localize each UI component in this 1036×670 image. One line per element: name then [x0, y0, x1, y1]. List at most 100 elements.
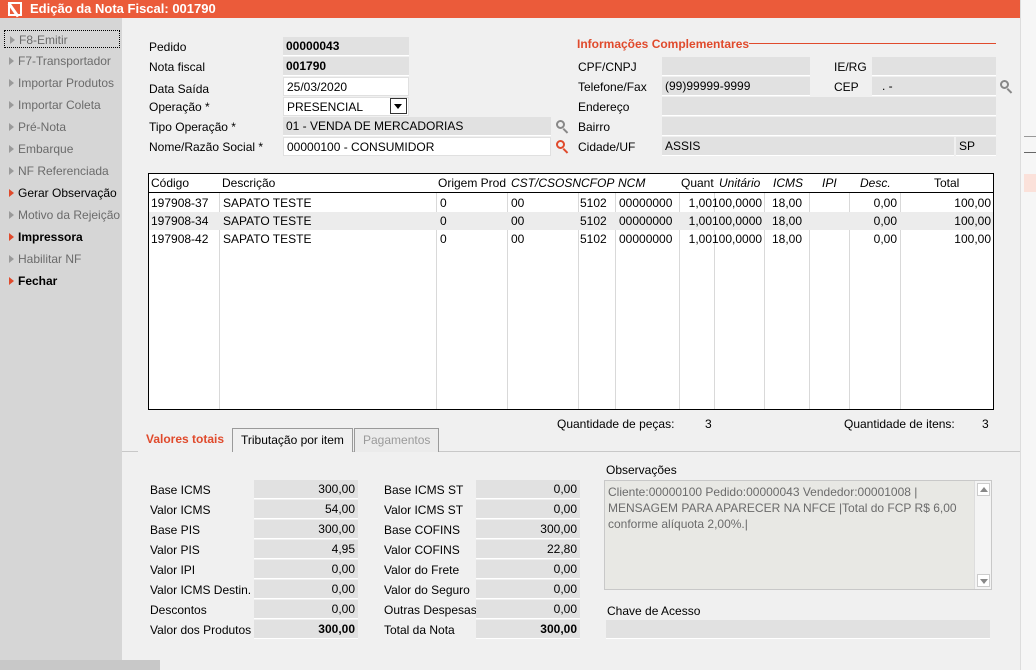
data-saida-field[interactable]: 25/03/2020 — [283, 77, 409, 96]
search-icon[interactable] — [1000, 80, 1014, 94]
cell-codigo: 197908-42 — [151, 232, 209, 246]
chevron-right-icon — [9, 101, 14, 109]
valor-seguro-field[interactable]: 0,00 — [476, 580, 580, 599]
col-header-desc[interactable]: Desc. — [860, 176, 891, 190]
sidebar-item-transportador[interactable]: F7-Transportador — [4, 52, 120, 70]
sidebar-item-gerar-observacao[interactable]: Gerar Observação — [4, 184, 120, 202]
base-icms-field[interactable]: 300,00 — [254, 480, 358, 499]
table-row[interactable]: 197908-34 SAPATO TESTE 0 00 5102 0000000… — [149, 212, 993, 230]
sidebar-item-embarque[interactable]: Embarque — [4, 140, 120, 158]
base-icms-st-field[interactable]: 0,00 — [476, 480, 580, 499]
valor-pis-label: Valor PIS — [150, 543, 200, 557]
sidebar-item-fechar[interactable]: Fechar — [4, 272, 120, 290]
observacoes-label: Observações — [606, 463, 677, 477]
cidade-field[interactable]: ASSIS — [662, 137, 954, 156]
chave-acesso-label: Chave de Acesso — [607, 604, 701, 618]
tab-valores-totais[interactable]: Valores totais — [138, 428, 233, 452]
total-nota-field[interactable]: 300,00 — [476, 620, 580, 639]
col-header-origem[interactable]: Origem Prod — [438, 176, 506, 190]
valor-frete-field[interactable]: 0,00 — [476, 560, 580, 579]
scroll-up-icon[interactable] — [977, 483, 990, 496]
bairro-label: Bairro — [578, 120, 611, 134]
table-row[interactable]: 197908-42 SAPATO TESTE 0 00 5102 0000000… — [149, 230, 993, 248]
nota-fiscal-label: Nota fiscal — [149, 60, 206, 74]
search-icon[interactable] — [556, 140, 570, 154]
valor-produtos-label: Valor dos Produtos — [150, 623, 252, 637]
chevron-right-icon — [9, 211, 14, 219]
col-header-unitario[interactable]: Unitário — [719, 176, 760, 190]
sidebar-item-importar-produtos[interactable]: Importar Produtos — [4, 74, 120, 92]
data-saida-label: Data Saída — [149, 82, 210, 96]
tab-pagamentos[interactable]: Pagamentos — [354, 428, 440, 452]
valor-cofins-field[interactable]: 22,80 — [476, 540, 580, 559]
sidebar-item-habilitar-nf[interactable]: Habilitar NF — [4, 250, 120, 268]
cell-desc: 0,00 — [873, 232, 897, 246]
nome-razao-field[interactable]: 00000100 - CONSUMIDOR — [283, 137, 551, 156]
qtd-itens-label: Quantidade de itens: — [844, 417, 955, 431]
base-cofins-field[interactable]: 300,00 — [476, 520, 580, 539]
sidebar-item-importar-coleta[interactable]: Importar Coleta — [4, 96, 120, 114]
valor-cofins-label: Valor COFINS — [384, 543, 460, 557]
col-header-quant[interactable]: Quant — [681, 176, 714, 190]
cell-total: 100,00 — [954, 214, 991, 228]
col-header-ipi[interactable]: IPI — [822, 176, 837, 190]
sidebar-item-pre-nota[interactable]: Pré-Nota — [4, 118, 120, 136]
sidebar: F8-Emitir F7-Transportador Importar Prod… — [0, 18, 122, 670]
grid-header: Código Descrição Origem Prod CST/CSOSN C… — [149, 174, 993, 193]
valor-seguro-label: Valor do Seguro — [384, 583, 470, 597]
cep-field[interactable]: . - — [872, 77, 996, 96]
nota-fiscal-field[interactable]: 001790 — [283, 57, 409, 76]
col-header-cst[interactable]: CST/CSOSN — [511, 176, 581, 190]
valor-icms-destin-field[interactable]: 0,00 — [254, 580, 358, 599]
cell-total: 100,00 — [954, 196, 991, 210]
base-pis-field[interactable]: 300,00 — [254, 520, 358, 539]
valor-produtos-field[interactable]: 300,00 — [254, 620, 358, 639]
pedido-field[interactable]: 00000043 — [283, 37, 409, 56]
table-row[interactable]: 197908-37 SAPATO TESTE 0 00 5102 0000000… — [149, 194, 993, 212]
valor-icms-st-field[interactable]: 0,00 — [476, 500, 580, 519]
ie-label: IE/RG — [834, 60, 867, 74]
col-header-codigo[interactable]: Código — [151, 176, 189, 190]
bairro-field[interactable] — [662, 117, 996, 136]
observacoes-scrollbar[interactable] — [974, 481, 991, 589]
col-header-ncm[interactable]: NCM — [618, 176, 645, 190]
chevron-right-icon — [9, 277, 14, 285]
search-icon[interactable] — [556, 120, 570, 134]
chevron-right-icon — [10, 36, 15, 44]
col-header-total[interactable]: Total — [934, 176, 959, 190]
col-header-cfop[interactable]: CFOP — [581, 176, 614, 190]
valor-icms-field[interactable]: 54,00 — [254, 500, 358, 519]
outras-despesas-field[interactable]: 0,00 — [476, 600, 580, 619]
cell-cfop: 5102 — [580, 214, 607, 228]
observacoes-textarea[interactable]: Cliente:00000100 Pedido:00000043 Vendedo… — [604, 480, 992, 590]
col-header-descricao[interactable]: Descrição — [222, 176, 275, 190]
app-logo-icon — [8, 2, 22, 16]
title-bar: Edição da Nota Fiscal: 001790 — [0, 0, 1020, 18]
endereco-field[interactable] — [662, 97, 996, 116]
base-icms-label: Base ICMS — [150, 483, 211, 497]
sidebar-item-impressora[interactable]: Impressora — [4, 228, 120, 246]
tipo-operacao-field[interactable]: 01 - VENDA DE MERCADORIAS — [283, 117, 551, 136]
ie-field[interactable] — [872, 57, 996, 76]
descontos-field[interactable]: 0,00 — [254, 600, 358, 619]
chave-acesso-field[interactable] — [606, 620, 990, 639]
endereco-label: Endereço — [578, 100, 630, 114]
items-grid[interactable]: Código Descrição Origem Prod CST/CSOSN C… — [148, 173, 994, 410]
telefone-field[interactable]: (99)99999-9999 — [662, 77, 810, 96]
cell-unitario: 100,0000 — [712, 214, 763, 228]
cell-ncm: 00000000 — [619, 214, 673, 228]
uf-field[interactable]: SP — [956, 137, 996, 156]
telefone-label: Telefone/Fax — [578, 80, 647, 94]
chevron-down-icon[interactable] — [390, 98, 407, 114]
sidebar-item-motivo-rejeicao[interactable]: Motivo da Rejeição — [4, 206, 120, 224]
tab-tributacao-item[interactable]: Tributação por item — [232, 428, 353, 452]
col-header-icms[interactable]: ICMS — [773, 176, 803, 190]
scroll-down-icon[interactable] — [977, 574, 990, 587]
sidebar-item-nf-referenciada[interactable]: NF Referenciada — [4, 162, 120, 180]
chevron-right-icon — [9, 189, 14, 197]
cell-quant: 1,00 — [688, 196, 712, 210]
cpf-field[interactable] — [662, 57, 810, 76]
valor-pis-field[interactable]: 4,95 — [254, 540, 358, 559]
sidebar-item-emitir[interactable]: F8-Emitir — [4, 30, 120, 48]
valor-ipi-field[interactable]: 0,00 — [254, 560, 358, 579]
